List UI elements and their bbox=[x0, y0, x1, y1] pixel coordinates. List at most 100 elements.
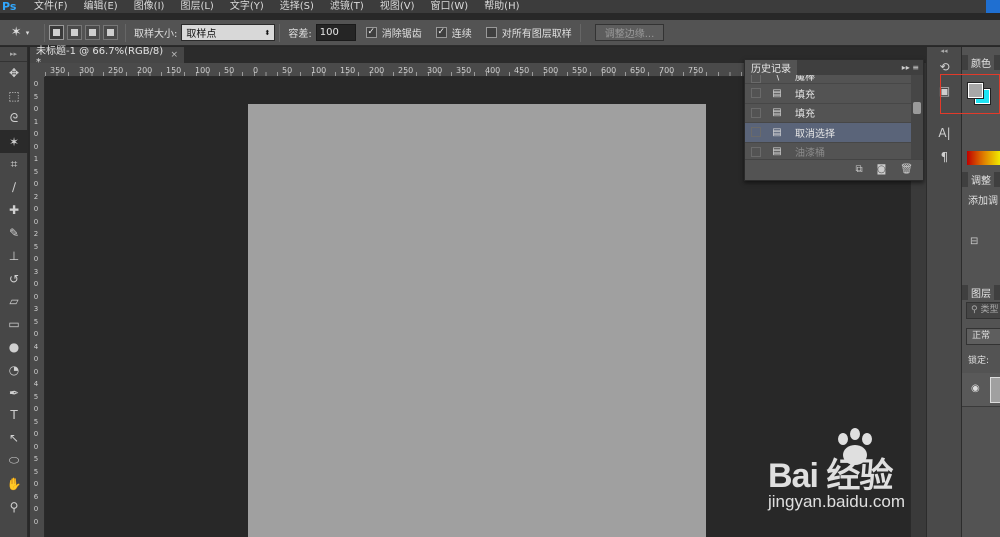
menu-image[interactable]: 图像(I) bbox=[134, 0, 165, 13]
blur-tool-icon[interactable]: ● bbox=[0, 336, 28, 359]
ruler-label: 0 bbox=[33, 430, 39, 438]
intersect-selection-icon bbox=[107, 29, 114, 36]
ruler-label: 300 bbox=[79, 66, 95, 75]
divider bbox=[279, 23, 281, 42]
ruler-label: 5 bbox=[33, 392, 39, 401]
tolerance-input[interactable]: 100 bbox=[315, 24, 356, 41]
refine-edge-button[interactable]: 调整边缘... bbox=[594, 24, 665, 41]
snapshot-checkbox[interactable] bbox=[751, 107, 761, 118]
document-icon: ▤ bbox=[772, 126, 782, 138]
paragraph-panel-icon[interactable]: ¶ bbox=[927, 145, 962, 169]
adjustment-icon[interactable]: ⊟ bbox=[970, 236, 978, 247]
ruler-label: 0 bbox=[33, 355, 39, 363]
move-tool-icon[interactable]: ✥ bbox=[0, 62, 28, 85]
eraser-tool-icon[interactable]: ▱ bbox=[0, 290, 28, 313]
dodge-tool-icon[interactable]: ◔ bbox=[0, 358, 28, 381]
color-panel-header: 颜色 bbox=[962, 55, 1000, 70]
document-tab[interactable]: 未标题-1 @ 66.7%(RGB/8) * × bbox=[30, 46, 184, 68]
history-tab[interactable]: 历史记录 bbox=[745, 60, 797, 75]
menu-file[interactable]: 文件(F) bbox=[34, 0, 68, 13]
history-item[interactable]: ▤ 填充 bbox=[745, 104, 923, 123]
snapshot-checkbox[interactable] bbox=[751, 146, 761, 157]
snapshot-checkbox[interactable] bbox=[751, 127, 761, 138]
history-brush-tool-icon[interactable]: ↺ bbox=[0, 267, 28, 290]
window-corner-badge[interactable] bbox=[986, 0, 1000, 13]
path-selection-tool-icon[interactable]: ↖ bbox=[0, 427, 28, 450]
layer-row[interactable]: ◉ bbox=[962, 373, 1000, 407]
menu-type[interactable]: 文字(Y) bbox=[230, 0, 264, 13]
document-canvas[interactable] bbox=[248, 104, 706, 537]
type-tool-icon[interactable]: T bbox=[0, 404, 28, 427]
brush-tool-icon[interactable]: ✎ bbox=[0, 222, 28, 245]
history-item-selected[interactable]: ▤ 取消选择 bbox=[745, 123, 923, 143]
menu-window[interactable]: 窗口(W) bbox=[430, 0, 468, 13]
history-item[interactable]: ▤ 油漆桶 bbox=[745, 143, 923, 159]
ruler-label: 0 bbox=[253, 66, 259, 75]
menu-select[interactable]: 选择(S) bbox=[280, 0, 314, 13]
intersect-selection-button[interactable] bbox=[103, 25, 118, 40]
magic-wand-tool-icon[interactable]: ✶ bbox=[0, 130, 28, 154]
lasso-tool-icon[interactable]: ᘓ bbox=[0, 108, 28, 131]
ruler-origin[interactable] bbox=[30, 63, 45, 77]
gradient-tool-icon[interactable]: ▭ bbox=[0, 313, 28, 336]
history-item[interactable]: ▤ 填充 bbox=[745, 84, 923, 104]
eye-icon[interactable]: ◉ bbox=[971, 383, 980, 394]
history-item-label: 填充 bbox=[795, 89, 815, 101]
foreground-color-swatch[interactable] bbox=[967, 82, 984, 99]
trash-icon[interactable]: 🗑 bbox=[900, 164, 913, 175]
marquee-tool-icon[interactable]: ⬚ bbox=[0, 85, 28, 108]
crop-tool-icon[interactable]: ⌗ bbox=[0, 153, 28, 176]
ruler-label: 0 bbox=[33, 130, 39, 138]
tool-preset-picker[interactable]: ✶ ▾ bbox=[0, 23, 40, 43]
sample-size-dropdown[interactable]: 取样点 ⬍ bbox=[181, 24, 276, 41]
magic-wand-icon: ∖ bbox=[773, 75, 781, 83]
contiguous-checkbox[interactable]: ✓ bbox=[435, 27, 447, 38]
new-selection-button[interactable] bbox=[49, 25, 64, 40]
menu-help[interactable]: 帮助(H) bbox=[484, 0, 519, 13]
all-layers-checkbox[interactable] bbox=[485, 27, 497, 38]
ruler-label: 750 bbox=[688, 66, 704, 75]
layers-tab[interactable]: 图层 bbox=[968, 285, 994, 300]
color-spectrum[interactable] bbox=[967, 151, 1000, 165]
eyedropper-tool-icon[interactable]: ∕ bbox=[0, 176, 28, 199]
camera-icon[interactable]: ◙ bbox=[877, 164, 887, 175]
menu-view[interactable]: 视图(V) bbox=[380, 0, 415, 13]
hand-tool-icon[interactable]: ✋ bbox=[0, 472, 28, 495]
adjustments-tab[interactable]: 调整 bbox=[968, 172, 994, 187]
toolbox-collapse-icon[interactable]: ▸▸ bbox=[0, 47, 27, 62]
zoom-tool-icon[interactable]: ⚲ bbox=[0, 495, 28, 518]
close-icon[interactable]: × bbox=[170, 50, 178, 60]
character-panel-icon[interactable]: A| bbox=[927, 121, 962, 145]
dock-collapse-icon[interactable]: ◂◂ bbox=[927, 47, 961, 55]
menu-edit[interactable]: 编辑(E) bbox=[84, 0, 118, 13]
layer-filter-search[interactable]: ⚲ 类型 bbox=[966, 302, 1000, 319]
pen-tool-icon[interactable]: ✒ bbox=[0, 381, 28, 404]
subtract-selection-button[interactable] bbox=[85, 25, 100, 40]
blend-mode-dropdown[interactable]: 正常 bbox=[966, 328, 1000, 345]
menu-filter[interactable]: 滤镜(T) bbox=[330, 0, 364, 13]
panel-menu-icon[interactable]: ▸▸ ≡ bbox=[902, 63, 919, 72]
new-document-from-state-icon[interactable]: ⧉ bbox=[855, 164, 862, 175]
snapshot-checkbox[interactable] bbox=[751, 88, 761, 99]
clone-stamp-tool-icon[interactable]: ⊥ bbox=[0, 244, 28, 267]
ruler-label: 250 bbox=[108, 66, 124, 75]
ruler-label: 5 bbox=[33, 167, 39, 176]
history-item[interactable]: ∖ 魔棒 bbox=[745, 75, 923, 84]
ruler-label: 3 bbox=[33, 305, 39, 313]
antialias-checkbox[interactable]: ✓ bbox=[365, 27, 377, 38]
toolbox: ▸▸ ✥ ⬚ ᘓ ✶ ⌗ ∕ ✚ ✎ ⊥ ↺ ▱ ▭ ● ◔ ✒ T ↖ ⬭ ✋… bbox=[0, 47, 28, 537]
history-scroll-thumb[interactable] bbox=[913, 102, 921, 114]
ruler-label: 300 bbox=[427, 66, 443, 75]
history-item-label: 填充 bbox=[795, 109, 815, 121]
add-selection-button[interactable] bbox=[67, 25, 82, 40]
snapshot-checkbox[interactable] bbox=[751, 75, 761, 83]
ruler-label: 1 bbox=[33, 155, 39, 163]
ellipse-tool-icon[interactable]: ⬭ bbox=[0, 450, 28, 473]
menu-layer[interactable]: 图层(L) bbox=[180, 0, 213, 13]
healing-brush-tool-icon[interactable]: ✚ bbox=[0, 199, 28, 222]
vertical-ruler[interactable]: 0 5 0 1 0 0 1 5 0 2 0 0 2 5 0 3 0 0 3 5 0 4 0 0 4 5 0 5 0 0 5 5 0 6 0 0 bbox=[30, 77, 45, 537]
history-scrollbar[interactable] bbox=[911, 75, 923, 159]
ruler-label: 550 bbox=[572, 66, 588, 75]
color-tab[interactable]: 颜色 bbox=[968, 55, 994, 70]
ruler-label: 0 bbox=[33, 367, 39, 376]
